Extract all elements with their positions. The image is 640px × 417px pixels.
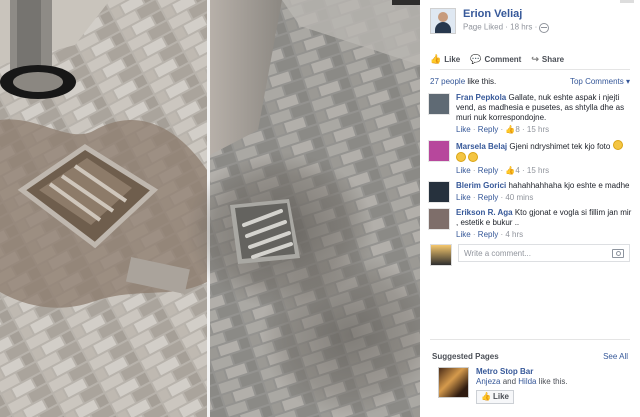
commenter-avatar[interactable] bbox=[428, 140, 450, 162]
comment-item: Blerim Gorici hahahhahhaha kjo eshte e m… bbox=[428, 181, 632, 203]
commenter-name[interactable]: Fran Pepkola bbox=[456, 93, 506, 102]
liker-link[interactable]: Anjeza bbox=[476, 377, 500, 386]
comment-meta: Like · Reply · 👍4 · 15 hrs bbox=[456, 166, 550, 175]
suggested-pages-header: Suggested Pages See All bbox=[432, 352, 628, 361]
share-button[interactable]: ↪ Share bbox=[531, 54, 565, 65]
laughing-emoji-icon bbox=[468, 152, 479, 162]
suggested-divider bbox=[430, 339, 630, 340]
page-like-button[interactable]: 👍 Like bbox=[476, 390, 514, 404]
comment-reply-link[interactable]: Reply bbox=[478, 166, 498, 175]
likes-suffix: like this. bbox=[465, 77, 497, 86]
likes-count[interactable]: 27 people bbox=[430, 77, 465, 86]
comment-text: Gjeni ndryshimet tek kjo foto bbox=[509, 142, 611, 151]
comment-text: hahahhahhaha kjo eshte e madhe bbox=[508, 181, 630, 190]
comment-meta: Like · Reply · 40 mins bbox=[456, 193, 534, 202]
like-button[interactable]: 👍 Like bbox=[430, 54, 461, 65]
comment-time: 40 mins bbox=[505, 193, 534, 202]
comment-meta: Like · Reply · 👍8 · 15 hrs bbox=[456, 125, 550, 134]
laughing-emoji-icon bbox=[456, 152, 466, 162]
suggested-page-likers: Anjeza and Hilda like this. bbox=[476, 377, 568, 387]
write-comment-row: Write a comment... bbox=[430, 244, 630, 266]
current-user-avatar bbox=[430, 244, 452, 266]
laughing-emoji-icon bbox=[612, 140, 623, 150]
suggested-page-name[interactable]: Metro Stop Bar bbox=[476, 367, 568, 377]
globe-icon bbox=[539, 22, 550, 33]
reaction-count[interactable]: 4 bbox=[515, 166, 519, 175]
suggested-page-thumbnail[interactable] bbox=[438, 367, 469, 398]
commenter-name[interactable]: Erikson R. Aga bbox=[456, 208, 513, 217]
comment-item: Fran Pepkola Gallate, nuk eshte aspak i … bbox=[428, 93, 632, 135]
suggested-page-card: Metro Stop Bar Anjeza and Hilda like thi… bbox=[438, 367, 568, 404]
commenter-avatar[interactable] bbox=[428, 181, 450, 203]
post-meta: Page Liked · 18 hrs · bbox=[463, 21, 550, 33]
top-comments-filter[interactable]: Top Comments ▾ bbox=[570, 77, 630, 86]
likes-summary: 27 people like this. Top Comments ▾ bbox=[430, 77, 630, 86]
post-meta-text: Page Liked · 18 hrs · bbox=[463, 22, 538, 32]
comment-like-link[interactable]: Like bbox=[456, 166, 471, 175]
comment-reply-link[interactable]: Reply bbox=[478, 193, 498, 202]
comment-input-placeholder: Write a comment... bbox=[464, 248, 531, 258]
author-avatar[interactable] bbox=[430, 8, 456, 34]
post-sidebar: Erion Veliaj Page Liked · 18 hrs · 👍 Like… bbox=[420, 0, 640, 417]
comment-item: Marsela Belaj Gjeni ndryshimet tek kjo f… bbox=[428, 140, 632, 176]
actions-divider bbox=[430, 69, 630, 70]
comments-list: Fran Pepkola Gallate, nuk eshte aspak i … bbox=[428, 93, 632, 245]
commenter-name[interactable]: Marsela Belaj bbox=[456, 142, 507, 151]
camera-icon[interactable] bbox=[612, 248, 624, 258]
top-bar bbox=[620, 0, 634, 3]
comment-reply-link[interactable]: Reply bbox=[478, 125, 498, 134]
comment-time: 15 hrs bbox=[526, 125, 550, 134]
comment-label: Comment bbox=[484, 55, 522, 64]
post-photo[interactable] bbox=[0, 0, 420, 417]
comment-icon: 💬 bbox=[470, 54, 482, 64]
author-name[interactable]: Erion Veliaj bbox=[463, 8, 549, 21]
comment-like-link[interactable]: Like bbox=[456, 193, 471, 202]
see-all-link[interactable]: See All bbox=[603, 352, 628, 361]
commenter-avatar[interactable] bbox=[428, 93, 450, 115]
likers-and: and bbox=[500, 377, 519, 386]
thumbs-up-icon: 👍 bbox=[481, 392, 491, 401]
comment-meta: Like · Reply · 4 hrs bbox=[456, 230, 524, 239]
thumbs-up-icon: 👍 bbox=[430, 54, 442, 64]
comment-button[interactable]: 💬 Comment bbox=[470, 54, 522, 65]
suggested-pages-title: Suggested Pages bbox=[432, 352, 499, 361]
likes-text: 27 people like this. bbox=[430, 77, 496, 86]
page-like-label: Like bbox=[492, 392, 509, 401]
comment-time: 4 hrs bbox=[505, 230, 524, 239]
thumbs-up-icon: 👍 bbox=[505, 166, 516, 175]
commenter-name[interactable]: Blerim Gorici bbox=[456, 181, 506, 190]
reaction-count[interactable]: 8 bbox=[515, 125, 519, 134]
commenter-avatar[interactable] bbox=[428, 208, 450, 230]
post-author: Erion Veliaj Page Liked · 18 hrs · bbox=[430, 8, 550, 34]
share-icon: ↪ bbox=[531, 54, 539, 64]
comment-input[interactable]: Write a comment... bbox=[458, 244, 630, 262]
liker-link[interactable]: Hilda bbox=[518, 377, 536, 386]
post-photo-image bbox=[0, 0, 420, 417]
thumbs-up-icon: 👍 bbox=[505, 125, 516, 134]
comment-time: 15 hrs bbox=[526, 166, 550, 175]
likers-suffix: like this. bbox=[536, 377, 568, 386]
comment-like-link[interactable]: Like bbox=[456, 125, 471, 134]
like-label: Like bbox=[444, 55, 461, 64]
comment-like-link[interactable]: Like bbox=[456, 230, 471, 239]
comment-reply-link[interactable]: Reply bbox=[478, 230, 498, 239]
share-label: Share bbox=[541, 55, 565, 64]
comment-item: Erikson R. Aga Kto gjonat e vogla si fil… bbox=[428, 208, 632, 240]
suggested-page-info: Metro Stop Bar Anjeza and Hilda like thi… bbox=[476, 367, 568, 404]
post-actions: 👍 Like 💬 Comment ↪ Share bbox=[430, 54, 630, 65]
